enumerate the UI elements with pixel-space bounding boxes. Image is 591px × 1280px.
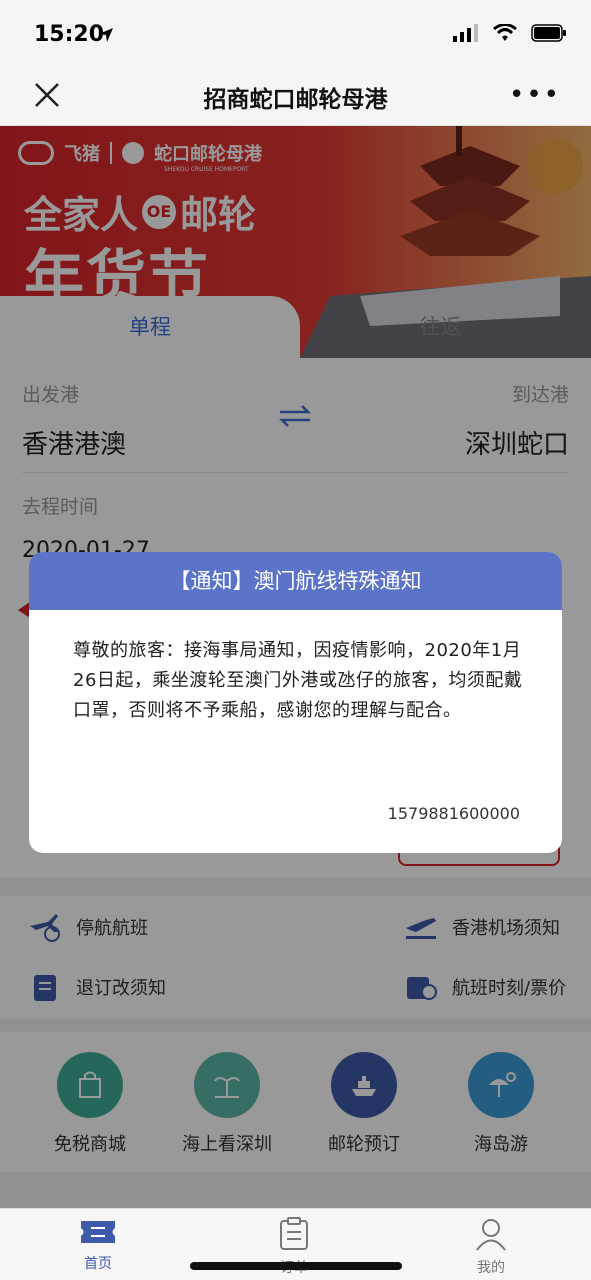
tab-mine[interactable]: 我的 [441, 1217, 541, 1277]
battery-icon [531, 24, 566, 42]
dialog-timestamp: 1579881600000 [387, 804, 520, 823]
page-title: 招商蛇口邮轮母港 [203, 87, 388, 113]
dialog-message: 尊敬的旅客：接海事局通知，因疫情影响，2020年1月26日起，乘坐渡轮至澳门外港… [73, 640, 523, 721]
status-bar: 15:20 [0, 0, 591, 66]
dialog-title: 【通知】澳门航线特殊通知 [29, 552, 562, 610]
location-arrow-icon [99, 28, 113, 42]
cellular-signal-icon [453, 24, 478, 42]
wifi-icon [493, 24, 517, 41]
tab-mine-label: 我的 [477, 1260, 505, 1276]
ticket-icon [81, 1221, 115, 1243]
order-list-icon [280, 1217, 308, 1250]
tab-home-label: 首页 [84, 1256, 112, 1272]
user-icon [476, 1219, 506, 1251]
status-icons [453, 24, 567, 42]
tab-home[interactable]: 首页 [48, 1217, 148, 1273]
home-indicator [190, 1262, 402, 1270]
more-options-icon[interactable]: ••• [509, 80, 561, 110]
notice-dialog: 【通知】澳门航线特殊通知 尊敬的旅客：接海事局通知，因疫情影响，2020年1月2… [29, 552, 562, 853]
nav-bar: 招商蛇口邮轮母港 ••• [0, 66, 591, 126]
status-time: 15:20 [34, 22, 105, 47]
